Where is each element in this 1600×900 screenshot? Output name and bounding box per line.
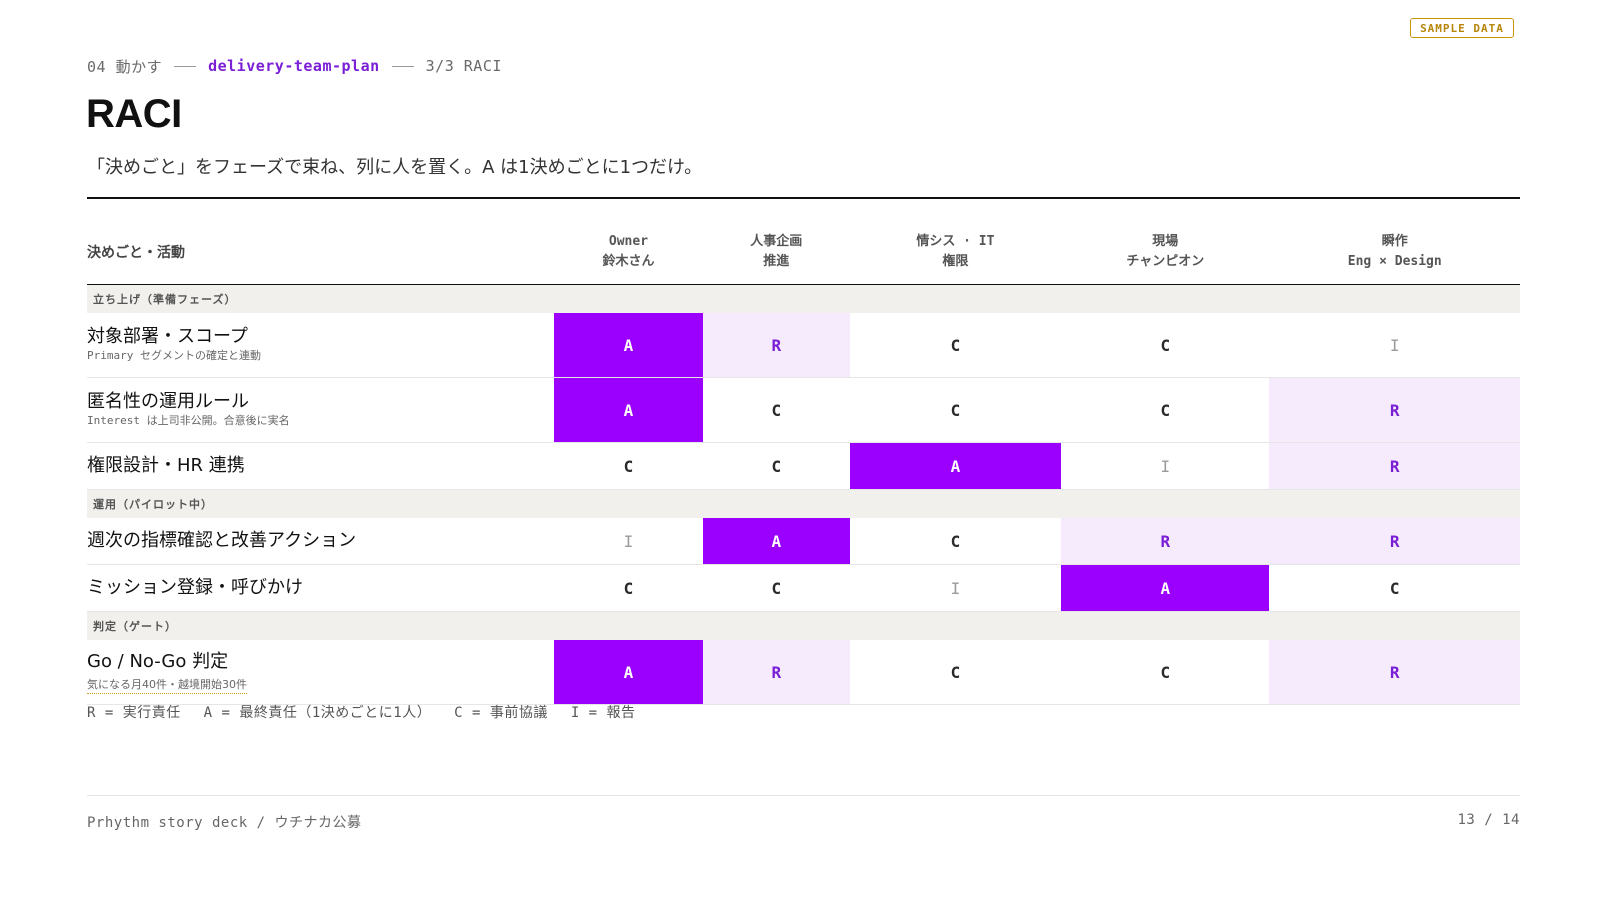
activity-title: Go / No-Go 判定	[87, 650, 229, 672]
breadcrumb-separator	[174, 65, 197, 67]
raci-cell: I	[554, 518, 703, 565]
phase-label: 運用（パイロット中）	[87, 489, 1520, 518]
raci-cell: A	[1061, 564, 1270, 612]
column-header-line2: 鈴木さん	[602, 254, 655, 269]
activity-title: 権限設計・HR 連携	[87, 455, 245, 476]
column-header-line2: チャンピオン	[1126, 254, 1205, 269]
column-header-line1: 情シス · IT	[916, 234, 995, 249]
phase-label: 立ち上げ（準備フェーズ）	[87, 284, 1520, 313]
page-number: 13 / 14	[1457, 812, 1520, 828]
breadcrumb-step: 3/3 RACI	[425, 57, 502, 75]
raci-cell: C	[554, 442, 703, 490]
column-header-eng-design: 瞬作 Eng × Design	[1269, 220, 1520, 285]
title-divider	[87, 197, 1520, 199]
activity-cell: Go / No-Go 判定 気になる月40件・越境開始30件	[87, 640, 555, 705]
table-row: 週次の指標確認と改善アクション I A C R R	[87, 518, 1520, 565]
breadcrumb-section: 04 動かす	[87, 57, 163, 76]
activity-subtitle: 気になる月40件・越境開始30件	[87, 677, 247, 694]
raci-cell: R	[1269, 640, 1520, 705]
activity-cell: 対象部署・スコープ Primary セグメントの確定と連動	[87, 313, 555, 378]
raci-table: 決めごと・活動 Owner 鈴木さん 人事企画 推進 情シス · IT 権限 現…	[87, 220, 1520, 705]
phase-label: 判定（ゲート）	[87, 611, 1520, 640]
phase-row: 立ち上げ（準備フェーズ）	[87, 284, 1520, 313]
activity-subtitle: Interest は上司非公開。合意後に実名	[87, 414, 290, 427]
raci-cell: R	[702, 640, 850, 705]
raci-cell: R	[1269, 518, 1520, 565]
raci-cell: C	[1269, 564, 1520, 612]
raci-cell: C	[554, 564, 703, 612]
column-header-line1: 瞬作	[1381, 234, 1408, 249]
page-subtitle: 「決めごと」をフェーズで束ね、列に人を置く。A は1決めごとに1つだけ。	[87, 157, 703, 178]
activity-cell: ミッション登録・呼びかけ	[87, 564, 555, 612]
table-row: 匿名性の運用ルール Interest は上司非公開。合意後に実名 A C C C…	[87, 377, 1520, 443]
table-row: ミッション登録・呼びかけ C C I A C	[87, 564, 1520, 612]
phase-row: 運用（パイロット中）	[87, 489, 1520, 518]
column-header-champion: 現場 チャンピオン	[1061, 220, 1270, 285]
raci-cell: C	[849, 313, 1062, 378]
breadcrumb: 04 動かす delivery-team-plan 3/3 RACI	[87, 56, 502, 76]
table-row: 権限設計・HR 連携 C C A I R	[87, 442, 1520, 490]
raci-cell: R	[702, 313, 850, 378]
raci-cell: C	[702, 377, 850, 443]
column-header-line2: 推進	[763, 254, 790, 269]
raci-cell: C	[849, 377, 1062, 443]
activity-title: 週次の指標確認と改善アクション	[87, 530, 357, 551]
column-header-it: 情シス · IT 権限	[849, 220, 1062, 285]
deck-name: Prhythm story deck / ウチナカ公募	[87, 815, 362, 831]
column-header-line1: 人事企画	[750, 234, 803, 249]
raci-cell: A	[554, 377, 703, 443]
column-header-line1: Owner	[608, 234, 649, 249]
table-row: Go / No-Go 判定 気になる月40件・越境開始30件 A R C C R	[87, 640, 1520, 705]
raci-cell: I	[1269, 313, 1520, 378]
raci-cell: A	[554, 640, 703, 705]
activity-cell: 権限設計・HR 連携	[87, 442, 555, 490]
phase-row: 判定（ゲート）	[87, 611, 1520, 640]
column-header-line2: Eng × Design	[1347, 254, 1442, 269]
activity-title: ミッション登録・呼びかけ	[87, 577, 303, 598]
page-title: RACI	[86, 92, 182, 136]
breadcrumb-separator	[391, 65, 414, 67]
breadcrumb-plan: delivery-team-plan	[208, 57, 380, 75]
raci-cell: C	[702, 564, 850, 612]
table-header-row: 決めごと・活動 Owner 鈴木さん 人事企画 推進 情シス · IT 権限 現…	[87, 220, 1520, 285]
column-header-owner: Owner 鈴木さん	[554, 220, 703, 285]
activity-cell: 匿名性の運用ルール Interest は上司非公開。合意後に実名	[87, 377, 555, 443]
table-row: 対象部署・スコープ Primary セグメントの確定と連動 A R C C I	[87, 313, 1520, 378]
column-header-hr: 人事企画 推進	[702, 220, 850, 285]
raci-cell: C	[1061, 640, 1270, 705]
activity-subtitle: Primary セグメントの確定と連動	[87, 349, 261, 362]
activity-title: 対象部署・スコープ	[87, 326, 248, 347]
sample-data-badge: SAMPLE DATA	[1410, 18, 1514, 38]
raci-cell: A	[849, 442, 1062, 490]
legend-item: I = 報告	[570, 705, 636, 721]
column-header-line2: 権限	[942, 254, 969, 269]
raci-cell: C	[1061, 313, 1270, 378]
raci-cell: R	[1269, 442, 1520, 490]
raci-cell: I	[849, 564, 1062, 612]
activity-column-header: 決めごと・活動	[87, 220, 555, 285]
legend-item: C = 事前協議	[454, 705, 548, 721]
raci-cell: R	[1269, 377, 1520, 443]
raci-cell: C	[702, 442, 850, 490]
raci-cell: A	[702, 518, 850, 565]
raci-cell: C	[849, 518, 1062, 565]
activity-cell: 週次の指標確認と改善アクション	[87, 518, 555, 565]
raci-cell: I	[1061, 442, 1270, 490]
footer-divider	[87, 795, 1520, 796]
raci-cell: A	[554, 313, 703, 378]
raci-cell: R	[1061, 518, 1270, 565]
legend-item: R = 実行責任	[87, 705, 181, 721]
raci-legend: R = 実行責任 A = 最終責任（1決めごとに1人） C = 事前協議 I =…	[87, 702, 650, 722]
raci-cell: C	[1061, 377, 1270, 443]
raci-cell: C	[849, 640, 1062, 705]
legend-item: A = 最終責任（1決めごとに1人）	[203, 705, 432, 721]
column-header-line1: 現場	[1152, 234, 1179, 249]
activity-title: 匿名性の運用ルール	[87, 391, 249, 412]
